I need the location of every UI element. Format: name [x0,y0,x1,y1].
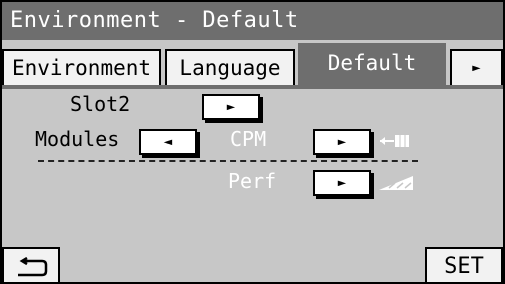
slot2-label: Slot2 [70,92,131,116]
tab-next-arrow[interactable]: ► [450,49,503,85]
tab-language[interactable]: Language [165,49,295,85]
return-arrow-icon [14,256,50,282]
tab-environment[interactable]: Environment [2,49,161,85]
device-screen: Environment - Default Environment Langua… [0,0,505,284]
modules-next-button[interactable]: ► [313,129,371,155]
arrow-into-block-icon [378,132,412,154]
modules-value: CPM [230,127,267,151]
modules-prev-button[interactable]: ◄ [139,129,197,155]
tab-default[interactable]: Default [298,43,446,85]
dashed-separator [38,160,418,162]
slot2-next-button[interactable]: ► [202,94,260,120]
modules-label: Modules [35,127,120,151]
back-button[interactable] [2,247,60,282]
set-button[interactable]: SET [425,247,503,282]
tab-underline [2,85,503,89]
perf-value: Perf [228,169,277,193]
window-title: Environment - Default [2,2,503,40]
perf-next-button[interactable]: ► [313,170,371,196]
ramp-wedge-icon [377,173,415,197]
